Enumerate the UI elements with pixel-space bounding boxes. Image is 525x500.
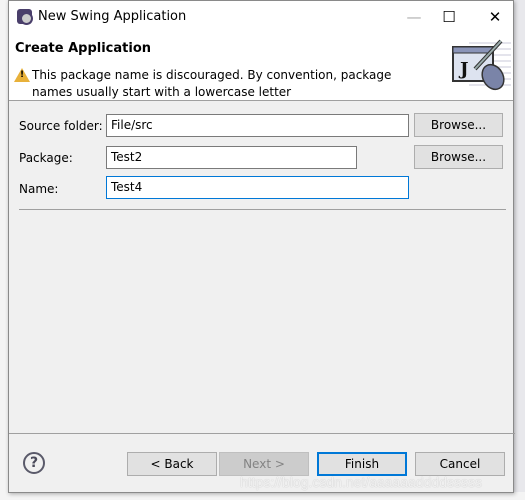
package-input[interactable]: Test2 bbox=[106, 146, 357, 169]
window-title: New Swing Application bbox=[38, 9, 187, 24]
source-folder-label: Source folder: bbox=[19, 119, 103, 133]
close-button[interactable]: ✕ bbox=[472, 1, 518, 33]
background-editor-bottom bbox=[0, 492, 525, 500]
eclipse-icon bbox=[17, 9, 33, 25]
wizard-header: Create Application ! This package name i… bbox=[9, 33, 513, 101]
page-title: Create Application bbox=[15, 41, 152, 56]
watermark: https://blog.csdn.net/aaaaaaddddsssss bbox=[240, 474, 483, 490]
form-separator bbox=[19, 209, 506, 210]
name-input[interactable]: Test4 bbox=[106, 176, 409, 199]
cancel-button[interactable]: Cancel bbox=[415, 452, 505, 476]
warning-icon: ! bbox=[14, 68, 30, 82]
name-label: Name: bbox=[19, 182, 59, 196]
maximize-button[interactable]: ☐ bbox=[426, 1, 472, 33]
browse-package-button[interactable]: Browse... bbox=[414, 145, 503, 169]
source-folder-input[interactable]: File/src bbox=[106, 114, 409, 137]
next-button: Next > bbox=[219, 452, 309, 476]
package-label: Package: bbox=[19, 151, 73, 165]
warning-message: This package name is discouraged. By con… bbox=[32, 68, 392, 99]
footer-separator bbox=[9, 433, 515, 434]
title-bar: New Swing Application — ☐ ✕ bbox=[9, 1, 513, 33]
svg-text:J: J bbox=[458, 59, 469, 80]
back-button[interactable]: < Back bbox=[127, 452, 217, 476]
browse-source-folder-button[interactable]: Browse... bbox=[414, 113, 503, 137]
background-editor bbox=[0, 0, 8, 500]
new-swing-application-dialog: New Swing Application — ☐ ✕ Create Appli… bbox=[8, 0, 515, 493]
finish-button[interactable]: Finish bbox=[317, 452, 407, 476]
help-icon[interactable]: ? bbox=[23, 452, 45, 474]
java-banner-icon: J bbox=[452, 39, 511, 91]
